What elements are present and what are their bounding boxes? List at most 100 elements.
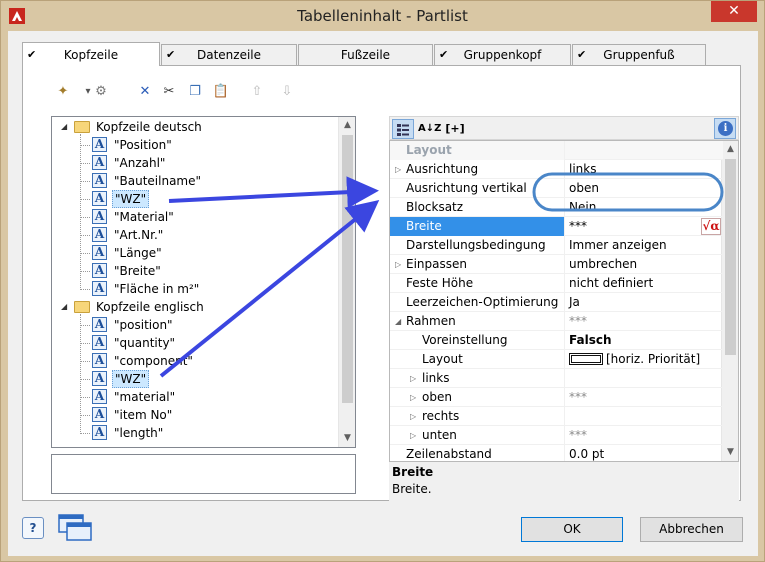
expand-icon[interactable]: ▷ — [410, 369, 416, 388]
property-value[interactable]: oben — [566, 179, 723, 198]
tree-item[interactable]: A "component" — [52, 352, 337, 370]
tab-0[interactable]: ✔ Kopfzeile — [22, 42, 160, 66]
scroll-down-icon[interactable]: ▼ — [339, 430, 355, 447]
tree-item[interactable]: A "Anzahl" — [52, 154, 337, 172]
property-row[interactable]: Layout — [390, 141, 723, 160]
tab-1[interactable]: ✔ Datenzeile — [161, 44, 297, 66]
property-value[interactable]: *** — [566, 426, 723, 445]
tab-check-icon[interactable]: ✔ — [577, 45, 586, 65]
cancel-button[interactable]: Abbrechen — [640, 517, 743, 542]
sort-az-icon[interactable]: A↓Z — [418, 119, 441, 139]
property-row[interactable]: Voreinstellung Falsch — [390, 331, 723, 350]
property-value[interactable]: [horiz. Priorität] — [566, 350, 723, 369]
property-value[interactable] — [566, 407, 723, 426]
tree-group[interactable]: ◢ Kopfzeile deutsch — [52, 118, 337, 136]
collapse-icon[interactable]: ◢ — [61, 298, 71, 316]
grid-scroll-down-icon[interactable]: ▼ — [722, 444, 738, 461]
property-row[interactable]: Zeilenabstand 0.0 pt — [390, 445, 723, 461]
grid-scrollbar[interactable]: ▲ ▼ — [721, 141, 738, 461]
expand-icon[interactable]: ▷ — [410, 388, 416, 407]
formula-button[interactable]: √α — [701, 218, 721, 235]
categorized-view-icon[interactable] — [392, 119, 414, 139]
move-up-icon[interactable]: ⇧ — [247, 82, 267, 102]
text-attribute-icon: A — [92, 389, 107, 404]
tree-item[interactable]: A "WZ" — [52, 190, 337, 208]
expand-icon[interactable]: ▷ — [410, 407, 416, 426]
info-button[interactable]: i — [714, 118, 736, 139]
property-value[interactable]: *** — [566, 388, 723, 407]
property-row[interactable]: oben ▷ *** — [390, 388, 723, 407]
tree-item[interactable]: A "Länge" — [52, 244, 337, 262]
property-value[interactable]: *** — [566, 312, 723, 331]
close-button[interactable]: ✕ — [711, 1, 757, 22]
property-value[interactable]: Nein — [566, 198, 723, 217]
tree-scrollbar[interactable]: ▲ ▼ — [338, 117, 355, 447]
property-row[interactable]: unten ▷ *** — [390, 426, 723, 445]
title-bar[interactable]: Tabelleninhalt - Partlist ✕ — [1, 1, 764, 31]
copy-icon[interactable]: ❐ — [185, 82, 205, 102]
tree-item[interactable]: A "Position" — [52, 136, 337, 154]
move-down-icon[interactable]: ⇩ — [277, 82, 297, 102]
tree-item[interactable]: A "Material" — [52, 208, 337, 226]
scroll-up-icon[interactable]: ▲ — [339, 117, 355, 134]
property-value[interactable]: Ja — [566, 293, 723, 312]
expand-icon[interactable]: ▷ — [395, 255, 401, 274]
property-row[interactable]: Ausrichtung ▷ links — [390, 160, 723, 179]
property-value[interactable]: *** — [566, 217, 723, 236]
delete-icon[interactable]: ✕ — [135, 82, 155, 102]
scroll-thumb[interactable] — [342, 135, 353, 403]
tab-check-icon[interactable]: ✔ — [166, 45, 175, 65]
tree-item[interactable]: A "Bauteilname" — [52, 172, 337, 190]
property-value[interactable]: Immer anzeigen — [566, 236, 723, 255]
collapse-icon[interactable]: ◢ — [61, 118, 71, 136]
properties-icon[interactable]: ⚙ — [91, 82, 111, 102]
property-row[interactable]: Layout [horiz. Priorität] — [390, 350, 723, 369]
window-layout-icon[interactable] — [58, 514, 92, 542]
property-value[interactable] — [566, 369, 723, 388]
property-row[interactable]: Darstellungsbedingung Immer anzeigen — [390, 236, 723, 255]
tab-check-icon[interactable]: ✔ — [439, 45, 448, 65]
property-row[interactable]: Blocksatz Nein — [390, 198, 723, 217]
expand-icon[interactable]: ▷ — [395, 160, 401, 179]
tree-item[interactable]: A "material" — [52, 388, 337, 406]
ok-button[interactable]: OK — [521, 517, 623, 542]
property-value[interactable]: links — [566, 160, 723, 179]
expand-icon[interactable]: ▷ — [410, 426, 416, 445]
property-row[interactable]: Feste Höhe nicht definiert — [390, 274, 723, 293]
expand-all-icon[interactable]: [+] — [442, 119, 468, 139]
tree-item-label: "item No" — [114, 408, 173, 422]
help-button[interactable]: ? — [22, 517, 44, 539]
property-row[interactable]: Breite *** √α — [390, 217, 723, 236]
property-grid[interactable]: ▲ ▼ Layout Ausrichtung ▷ links Ausrichtung v… — [389, 140, 739, 462]
property-row[interactable]: rechts ▷ — [390, 407, 723, 426]
property-value[interactable]: Falsch — [566, 331, 723, 350]
collapse-icon[interactable]: ◢ — [395, 312, 401, 331]
tree-item[interactable]: A "position" — [52, 316, 337, 334]
tree-item[interactable]: A "item No" — [52, 406, 337, 424]
grid-scroll-up-icon[interactable]: ▲ — [722, 141, 738, 158]
tab-2[interactable]: Fußzeile — [298, 44, 433, 66]
tree-item[interactable]: A "Breite" — [52, 262, 337, 280]
tree-item[interactable]: A "quantity" — [52, 334, 337, 352]
property-row[interactable]: Rahmen ◢ *** — [390, 312, 723, 331]
tab-4[interactable]: ✔ Gruppenfuß — [572, 44, 706, 66]
grid-scroll-thumb[interactable] — [725, 159, 736, 355]
tree-item[interactable]: A "Fläche in m²" — [52, 280, 337, 298]
property-value[interactable]: 0.0 pt — [566, 445, 723, 461]
tree-item[interactable]: A "length" — [52, 424, 337, 442]
header-tree[interactable]: ▲ ▼ ◢ Kopfzeile deutsch A "Position" A "Anzah… — [51, 116, 356, 448]
paste-icon[interactable]: 📋 — [211, 82, 231, 102]
property-row[interactable]: Ausrichtung vertikal oben — [390, 179, 723, 198]
property-row[interactable]: Einpassen ▷ umbrechen — [390, 255, 723, 274]
tree-item[interactable]: A "WZ" — [52, 370, 337, 388]
tree-group[interactable]: ◢ Kopfzeile englisch — [52, 298, 337, 316]
tab-check-icon[interactable]: ✔ — [27, 43, 36, 67]
tree-item[interactable]: A "Art.Nr." — [52, 226, 337, 244]
property-row[interactable]: Leerzeichen-Optimierung Ja — [390, 293, 723, 312]
property-value[interactable]: umbrechen — [566, 255, 723, 274]
property-row[interactable]: links ▷ — [390, 369, 723, 388]
tab-3[interactable]: ✔ Gruppenkopf — [434, 44, 571, 66]
property-value[interactable]: nicht definiert — [566, 274, 723, 293]
new-item-icon[interactable]: ✦ — [53, 82, 73, 102]
cut-icon[interactable]: ✂ — [159, 82, 179, 102]
